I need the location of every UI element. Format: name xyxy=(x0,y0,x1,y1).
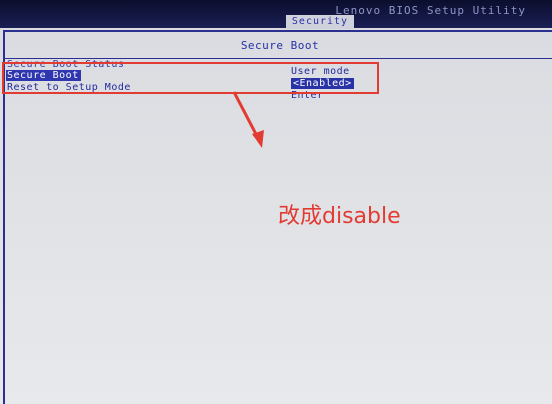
annotation-note: 改成disable xyxy=(278,204,401,229)
bios-header-bar: Lenovo BIOS Setup Utility xyxy=(0,0,552,28)
annotation-box xyxy=(2,62,379,94)
page-title: Secure Boot xyxy=(240,39,320,52)
bios-screen: Lenovo BIOS Setup Utility Security Secur… xyxy=(0,0,552,404)
annotation-arrow-icon xyxy=(232,91,264,148)
bios-title: Lenovo BIOS Setup Utility xyxy=(335,4,526,17)
tab-security[interactable]: Security xyxy=(286,15,354,29)
